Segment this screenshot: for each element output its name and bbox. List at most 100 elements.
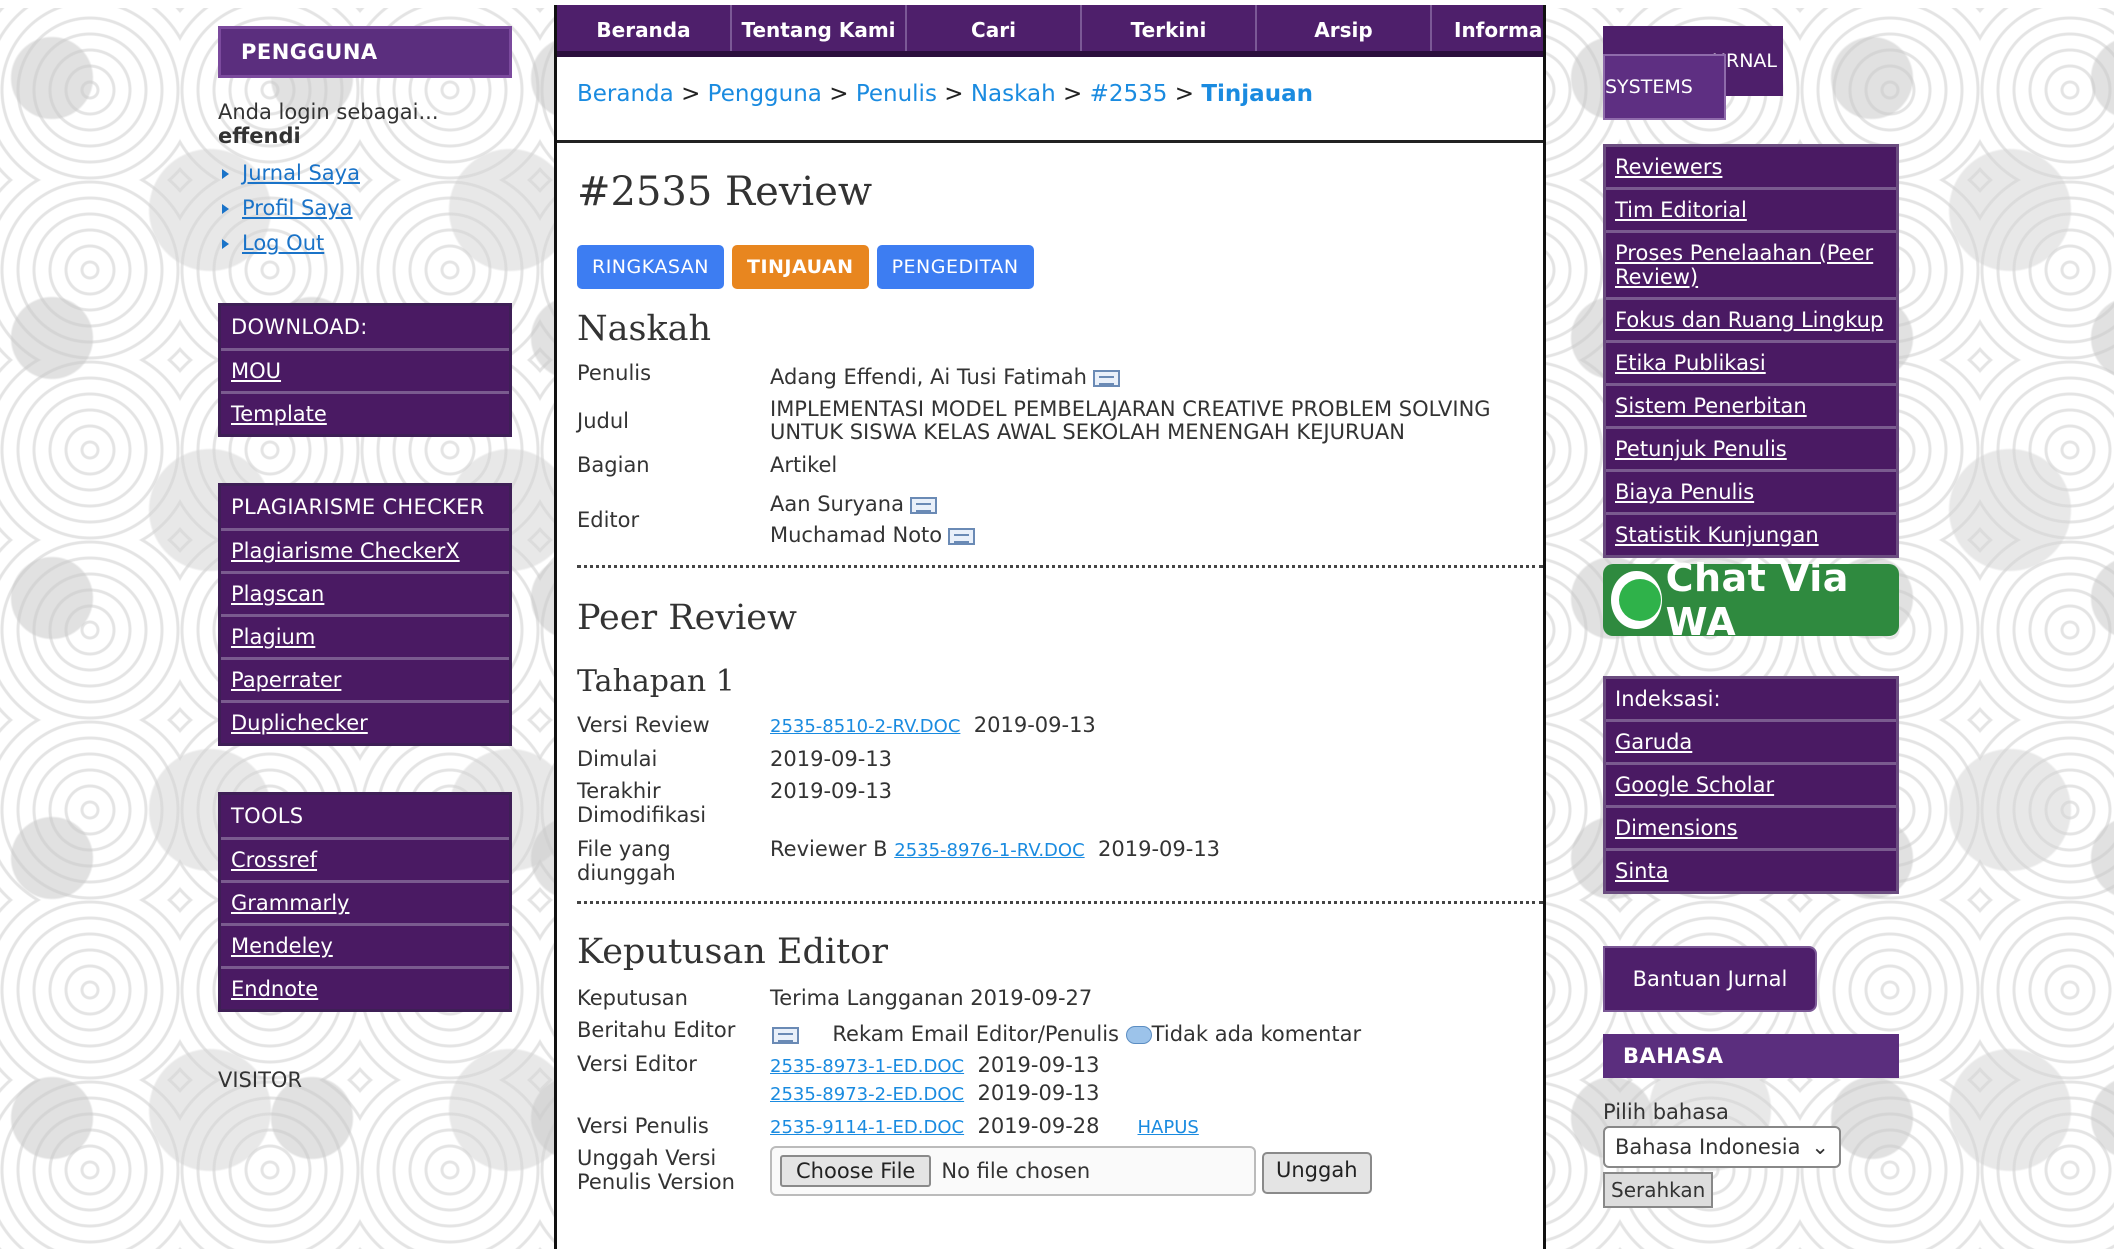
menu-sistem-penerbitan[interactable]: Sistem Penerbitan <box>1606 386 1896 429</box>
author-file-link[interactable]: 2535-9114-1-ED.DOC <box>770 1117 964 1138</box>
bagian-row: Bagian Artikel <box>577 453 838 477</box>
index-box: Indeksasi: Garuda Google Scholar Dimensi… <box>1603 676 1899 894</box>
main-content: Beranda Tentang Kami Cari Terkini Arsip … <box>554 5 1546 1249</box>
nav-beranda[interactable]: Beranda <box>557 5 732 51</box>
upload-row: Unggah Versi Penulis Version Choose File … <box>577 1146 1543 1196</box>
ojs-front-tab[interactable]: SYSTEMS <box>1603 54 1726 120</box>
paperrater[interactable]: Paperrater <box>221 660 509 703</box>
link-profil-saya[interactable]: Profil Saya <box>218 191 512 226</box>
journal-menu: Reviewers Tim Editorial Proses Penelaaha… <box>1603 144 1899 558</box>
download-title: DOWNLOAD: <box>221 306 509 351</box>
crumb-naskah[interactable]: Naskah <box>971 81 1056 107</box>
index-google-scholar[interactable]: Google Scholar <box>1606 765 1896 808</box>
tool-mendeley[interactable]: Mendeley <box>221 926 509 969</box>
right-sidebar: URNAL SYSTEMS Reviewers Tim Editorial Pr… <box>1603 26 1899 1208</box>
crumb-penulis[interactable]: Penulis <box>856 81 937 107</box>
choose-file-button[interactable]: Choose File <box>780 1155 932 1187</box>
plagscan[interactable]: Plagscan <box>221 574 509 617</box>
download-template[interactable]: Template <box>221 394 509 434</box>
menu-petunjuk[interactable]: Petunjuk Penulis <box>1606 429 1896 472</box>
editor-row: Editor Aan Suryana Muchamad Noto <box>577 489 1543 551</box>
nav-cari[interactable]: Cari <box>907 5 1082 51</box>
tool-crossref[interactable]: Crossref <box>221 840 509 883</box>
bahasa-header: BAHASA <box>1603 1034 1899 1078</box>
reviewer-file-link[interactable]: 2535-8976-1-RV.DOC <box>894 840 1084 861</box>
file-input[interactable]: Choose File No file chosen <box>770 1146 1256 1196</box>
comment-icon[interactable] <box>1125 1026 1152 1044</box>
editor-file-link[interactable]: 2535-8973-1-ED.DOC <box>770 1056 964 1077</box>
tab-tinjauan[interactable]: TINJAUAN <box>732 245 869 289</box>
review-file-link[interactable]: 2535-8510-2-RV.DOC <box>770 716 960 737</box>
crumb-2535[interactable]: #2535 <box>1090 81 1168 107</box>
no-file-text: No file chosen <box>941 1159 1091 1183</box>
crumb-beranda[interactable]: Beranda <box>577 81 674 107</box>
naskah-title: Naskah <box>577 309 712 349</box>
tool-endnote[interactable]: Endnote <box>221 969 509 1009</box>
duplichecker[interactable]: Duplichecker <box>221 703 509 743</box>
uploaded-file-row: File yang diunggah Reviewer B 2535-8976-1… <box>577 837 1221 885</box>
link-log-out[interactable]: Log Out <box>218 226 512 261</box>
editor-file-link[interactable]: 2535-8973-2-ED.DOC <box>770 1084 964 1105</box>
versi-review-row: Versi Review 2535-8510-2-RV.DOC 2019-09-… <box>577 713 1096 737</box>
judul-row: Judul IMPLEMENTASI MODEL PEMBELAJARAN CR… <box>577 397 1491 444</box>
whatsapp-icon <box>1611 571 1662 629</box>
chevron-down-icon: ⌄ <box>1811 1135 1829 1159</box>
keputusan-row: Keputusan Terima Langganan 2019-09-27 <box>577 986 1093 1010</box>
versi-editor-row: Versi Editor 2535-8973-1-ED.DOC 2019-09-… <box>577 1052 1100 1105</box>
nav-arsip[interactable]: Arsip <box>1257 5 1432 51</box>
menu-biaya[interactable]: Biaya Penulis <box>1606 472 1896 515</box>
modified-row: Terakhir Dimodifikasi 2019-09-13 <box>577 779 893 827</box>
user-header: PENGGUNA <box>218 26 512 78</box>
menu-fokus[interactable]: Fokus dan Ruang Lingkup <box>1606 300 1896 343</box>
login-text: Anda login sebagai... effendi <box>218 100 512 148</box>
plagium[interactable]: Plagium <box>221 617 509 660</box>
divider <box>577 565 1543 568</box>
menu-reviewers[interactable]: Reviewers <box>1606 147 1896 190</box>
nav-tentang-kami[interactable]: Tentang Kami <box>732 5 907 51</box>
menu-statistik[interactable]: Statistik Kunjungan <box>1606 515 1896 555</box>
nav-informasi[interactable]: Informa <box>1432 5 1543 51</box>
left-sidebar: PENGGUNA Anda login sebagai... effendi J… <box>218 26 512 1092</box>
email-icon[interactable] <box>948 527 976 545</box>
menu-tim-editorial[interactable]: Tim Editorial <box>1606 190 1896 233</box>
download-mou[interactable]: MOU <box>221 351 509 394</box>
upload-button[interactable]: Unggah <box>1262 1152 1372 1194</box>
menu-etika[interactable]: Etika Publikasi <box>1606 343 1896 386</box>
tool-grammarly[interactable]: Grammarly <box>221 883 509 926</box>
plagiarism-box: PLAGIARISME CHECKER Plagiarisme CheckerX… <box>218 483 512 746</box>
bantuan-jurnal-button[interactable]: Bantuan Jurnal <box>1603 946 1817 1012</box>
nav-terkini[interactable]: Terkini <box>1082 5 1257 51</box>
email-icon[interactable] <box>1093 369 1120 387</box>
stage-title: Tahapan 1 <box>577 664 735 699</box>
notify-email-icon[interactable] <box>772 1026 799 1044</box>
plagiarism-checkerx[interactable]: Plagiarisme CheckerX <box>221 531 509 574</box>
crumb-pengguna[interactable]: Pengguna <box>708 81 822 107</box>
breadcrumb: Beranda > Pengguna > Penulis > Naskah > … <box>557 57 1543 143</box>
versi-penulis-row: Versi Penulis 2535-9114-1-ED.DOC 2019-09… <box>577 1114 1199 1138</box>
email-icon[interactable] <box>909 496 937 514</box>
index-sinta[interactable]: Sinta <box>1606 851 1896 891</box>
tools-box: TOOLS Crossref Grammarly Mendeley Endnot… <box>218 792 512 1012</box>
page-title: #2535 Review <box>577 169 873 215</box>
hapus-link[interactable]: HAPUS <box>1138 1117 1199 1138</box>
tab-pengeditan[interactable]: PENGEDITAN <box>876 245 1034 289</box>
divider <box>577 901 1543 904</box>
ojs-tab: URNAL SYSTEMS <box>1603 26 1899 120</box>
plagiarism-title: PLAGIARISME CHECKER <box>221 486 509 531</box>
index-garuda[interactable]: Garuda <box>1606 722 1896 765</box>
crumb-current: Tinjauan <box>1201 81 1313 107</box>
tabs: RINGKASAN TINJAUAN PENGEDITAN <box>577 245 1543 289</box>
menu-peer-review[interactable]: Proses Penelaahan (Peer Review) <box>1606 233 1896 300</box>
penulis-row: Penulis Adang Effendi, Ai Tusi Fatimah <box>577 361 1543 393</box>
whatsapp-button[interactable]: Chat Via WA <box>1603 556 1899 644</box>
language-select[interactable]: Bahasa Indonesia ⌄ <box>1603 1126 1841 1168</box>
review-content: #2535 Review RINGKASAN TINJAUAN PENGEDIT… <box>557 169 1543 1196</box>
login-username: effendi <box>218 124 301 148</box>
serahkan-button[interactable]: Serahkan <box>1603 1172 1714 1208</box>
index-dimensions[interactable]: Dimensions <box>1606 808 1896 851</box>
visitor-label: VISITOR <box>218 1068 303 1092</box>
link-jurnal-saya[interactable]: Jurnal Saya <box>218 156 512 191</box>
download-box: DOWNLOAD: MOU Template <box>218 303 512 437</box>
tab-ringkasan[interactable]: RINGKASAN <box>577 245 724 289</box>
keputusan-title: Keputusan Editor <box>577 932 888 972</box>
